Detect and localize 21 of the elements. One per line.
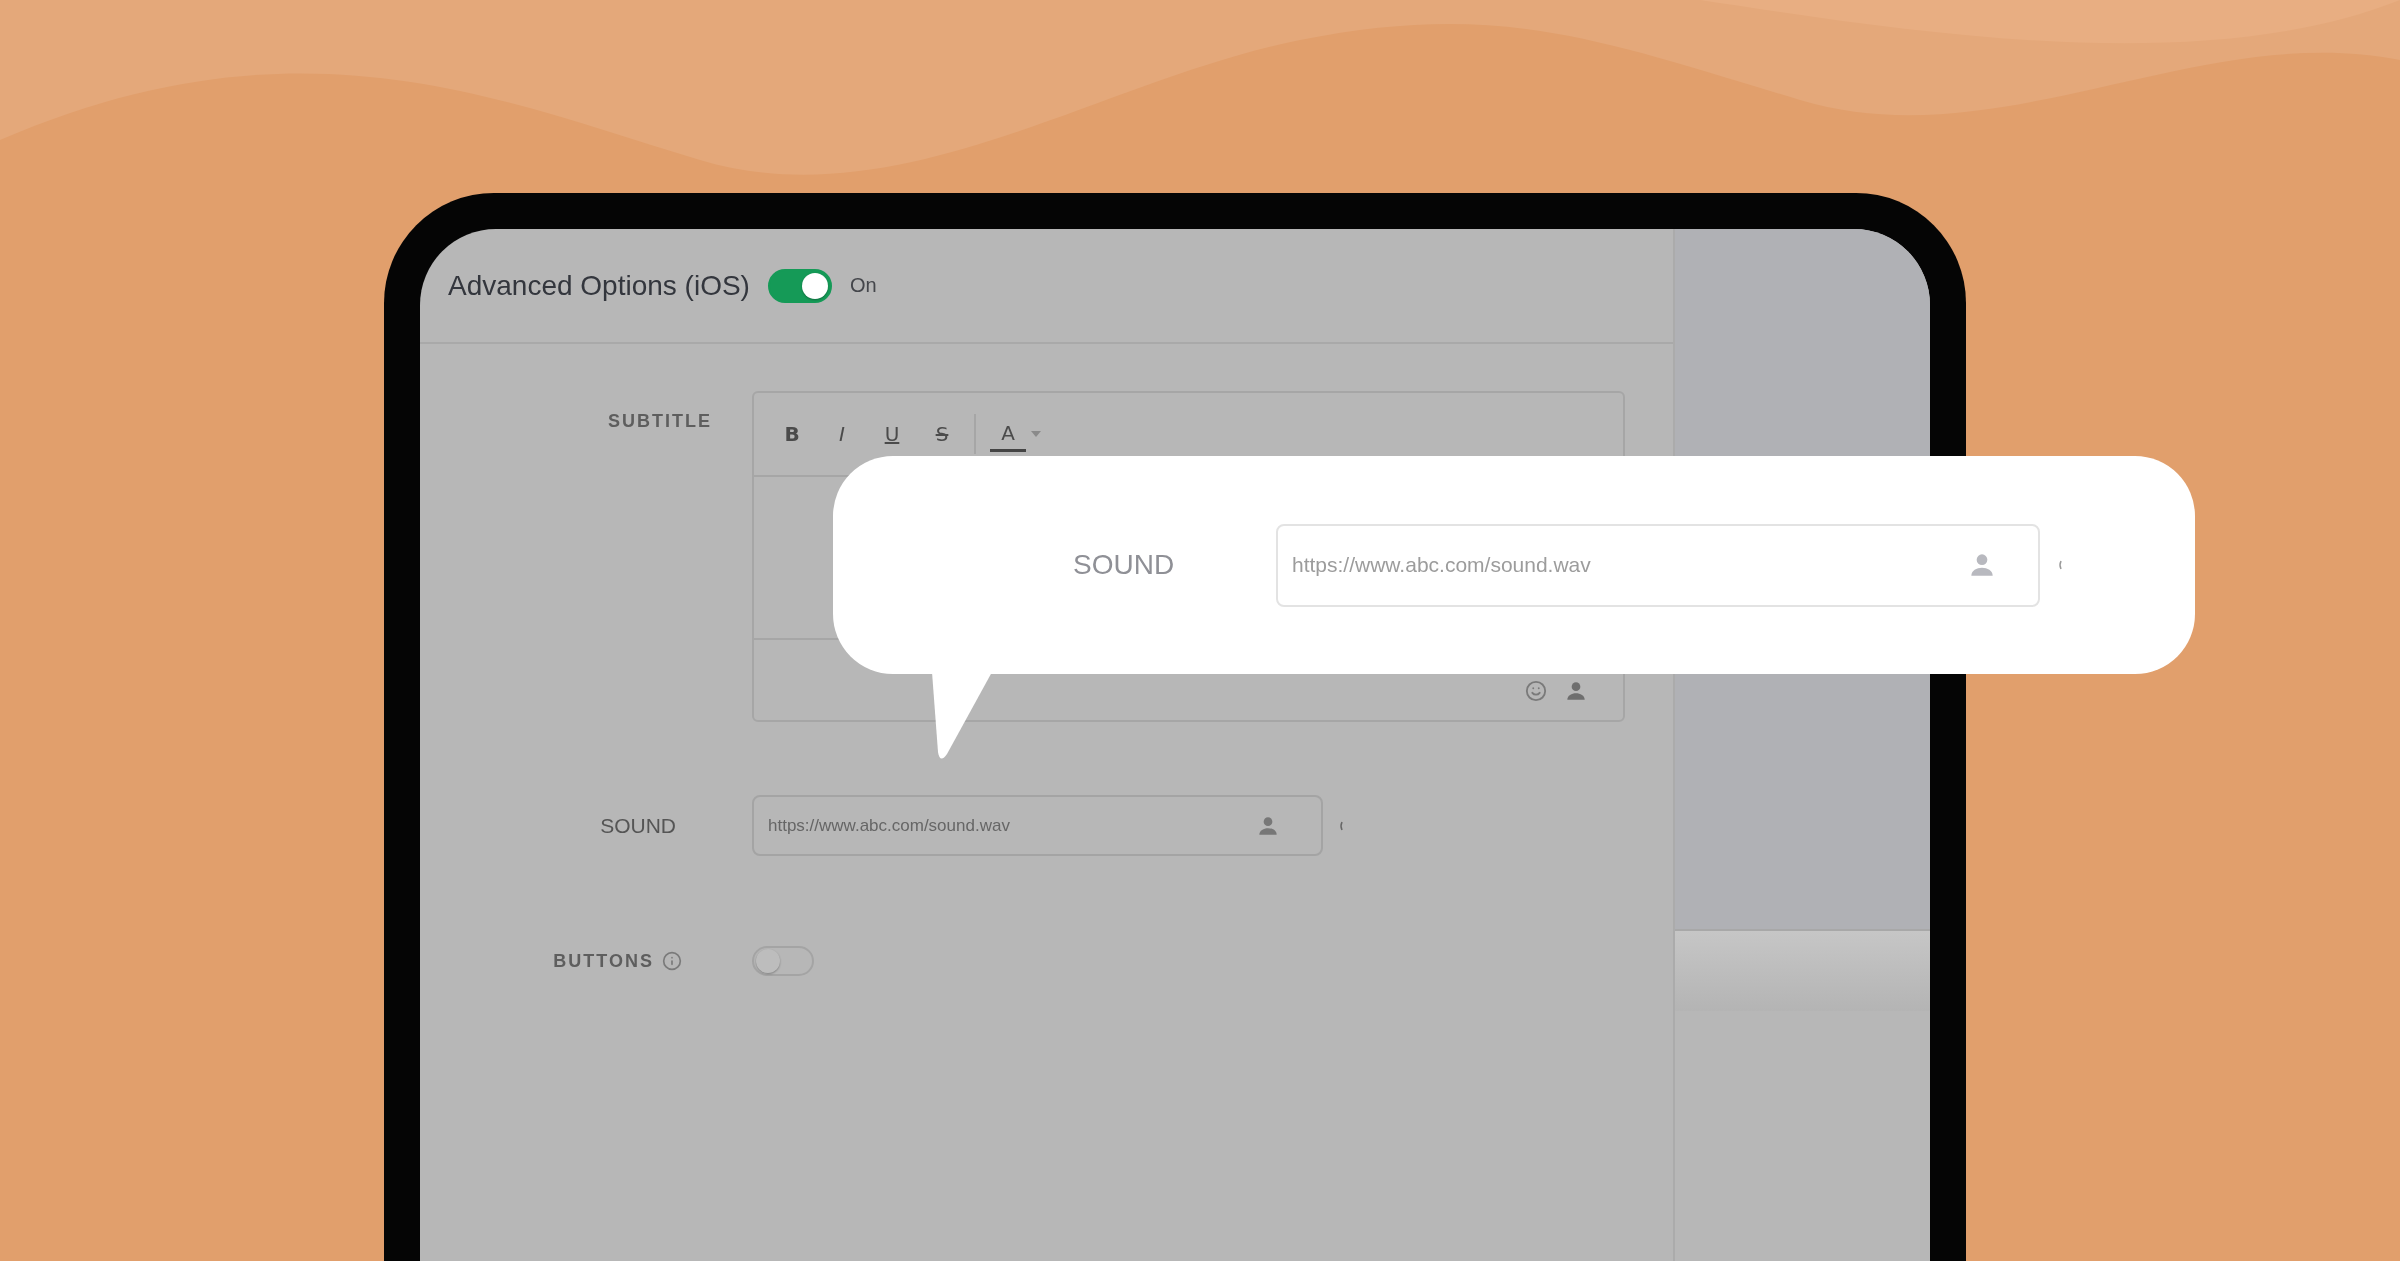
field-label: SOUND xyxy=(1073,549,1176,581)
caret-icon[interactable] xyxy=(1030,430,1042,438)
field-label: SOUND xyxy=(600,813,676,838)
url-input[interactable]: https://www.abc.com/sound.wav xyxy=(1292,525,1956,605)
url-field[interactable]: https://www.abc.com/sound.wav xyxy=(752,795,1323,856)
field-label: BUTTONS xyxy=(553,950,654,972)
partial-icon xyxy=(1339,820,1343,831)
format-button[interactable]: I xyxy=(824,416,860,452)
toggle-switch[interactable] xyxy=(767,268,832,303)
partial-icon xyxy=(2058,560,2062,570)
toggle-label: On xyxy=(849,274,877,297)
format-button[interactable]: U xyxy=(874,416,910,452)
field-label: SUBTITLE xyxy=(608,411,712,432)
toggle-switch[interactable] xyxy=(752,946,814,976)
format-button[interactable]: S xyxy=(924,416,960,452)
section-title: Advanced Options (iOS) xyxy=(448,269,750,302)
text-color-button[interactable]: A xyxy=(990,416,1026,452)
emoji-icon[interactable] xyxy=(1525,680,1547,702)
url-input[interactable]: https://www.abc.com/sound.wav xyxy=(768,797,1245,854)
format-button[interactable]: B xyxy=(774,416,810,452)
info-icon[interactable] xyxy=(662,951,682,971)
